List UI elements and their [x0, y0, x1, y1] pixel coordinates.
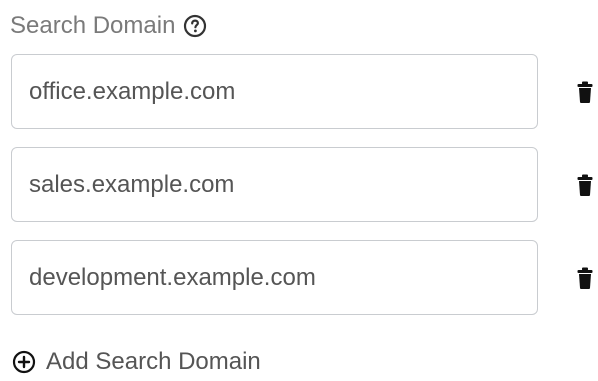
search-domain-row: [11, 54, 593, 130]
search-domain-label: Search Domain: [10, 8, 207, 44]
trash-icon: [577, 81, 593, 103]
search-domain-list: [11, 54, 593, 333]
plus-circle-icon: [12, 350, 36, 374]
search-domain-input[interactable]: [11, 54, 538, 129]
delete-search-domain-button[interactable]: [577, 81, 593, 103]
add-search-domain-label: Add Search Domain: [46, 348, 261, 375]
delete-search-domain-button[interactable]: [577, 267, 593, 289]
question-circle-icon[interactable]: [183, 14, 207, 38]
search-domain-input[interactable]: [11, 240, 538, 315]
trash-icon: [577, 174, 593, 196]
search-domain-label-text: Search Domain: [10, 12, 176, 39]
search-domain-row: [11, 147, 593, 223]
trash-icon: [577, 267, 593, 289]
search-domain-row: [11, 240, 593, 316]
add-search-domain-button[interactable]: Add Search Domain: [12, 344, 261, 380]
delete-search-domain-button[interactable]: [577, 174, 593, 196]
search-domain-input[interactable]: [11, 147, 538, 222]
